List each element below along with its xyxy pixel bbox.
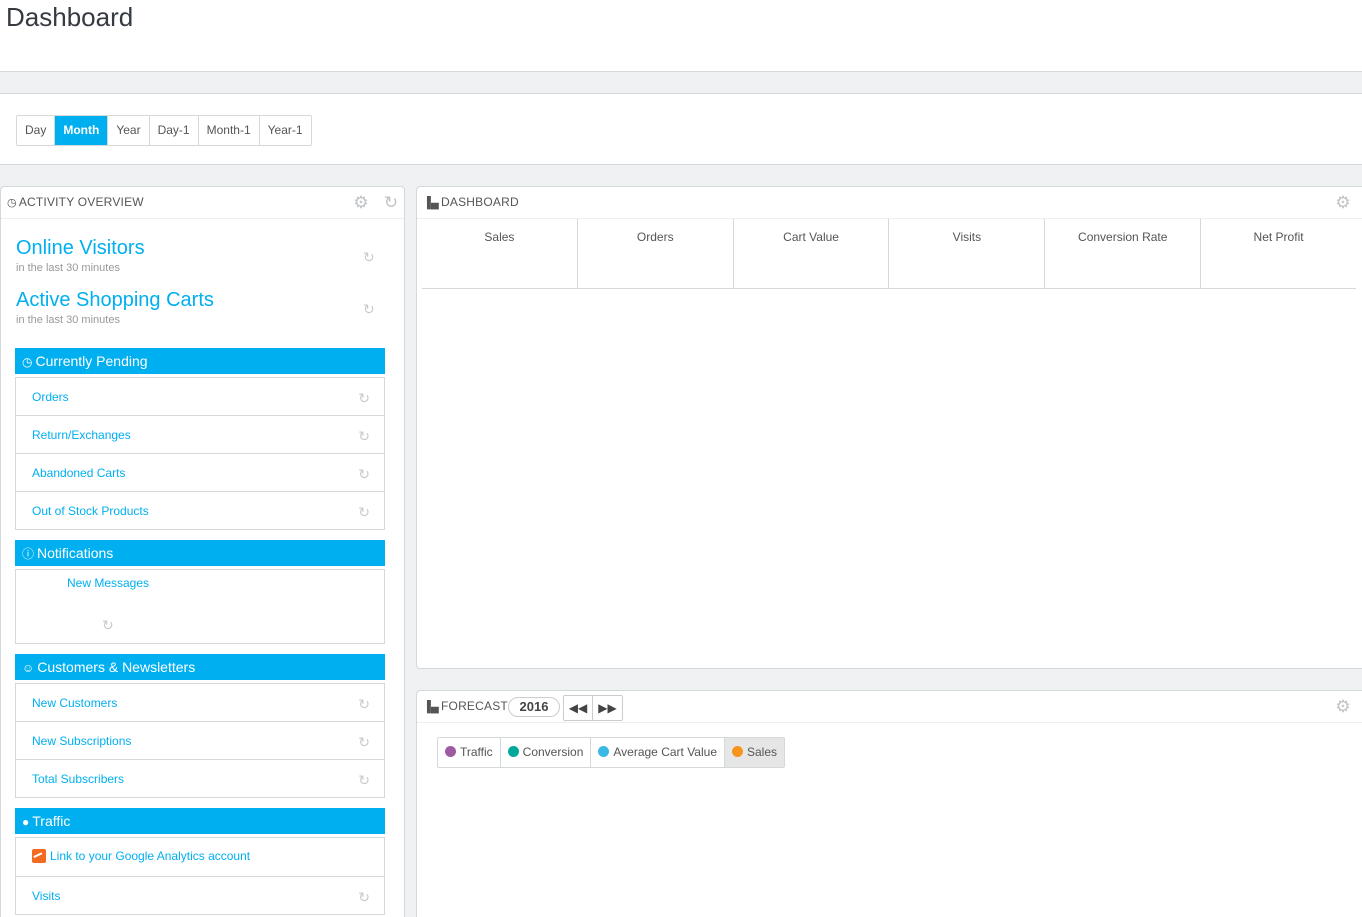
previous-year-button[interactable]: ◀◀ <box>564 696 593 720</box>
user-icon: ☺ <box>22 661 35 675</box>
dashboard-header: ▐▄ DASHBOARD ⚙ <box>417 187 1362 219</box>
new-messages-link[interactable]: New Messages <box>67 576 149 590</box>
pending-out-of-stock-link[interactable]: Out of Stock Products <box>32 504 149 518</box>
notifications-box: New Messages ↻ <box>15 569 385 644</box>
gear-icon[interactable]: ⚙ <box>1333 697 1353 717</box>
kpi-orders[interactable]: Orders <box>578 219 734 288</box>
gear-icon[interactable]: ⚙ <box>1333 193 1353 213</box>
clock-icon: ◷ <box>22 355 33 369</box>
new-subscriptions-link[interactable]: New Subscriptions <box>32 734 131 748</box>
currently-pending-bar: ◷ Currently Pending <box>15 348 385 374</box>
total-subscribers-link[interactable]: Total Subscribers <box>32 772 124 786</box>
customers-list: New Customers ↻ New Subscriptions ↻ Tota… <box>15 683 385 798</box>
list-item[interactable]: New Customers ↻ <box>16 684 384 722</box>
forecast-legend: Traffic Conversion Average Cart Value Sa… <box>437 737 786 768</box>
google-analytics-icon <box>32 849 46 863</box>
gear-icon[interactable]: ⚙ <box>351 193 371 213</box>
forecast-year-badge: 2016 <box>508 697 560 717</box>
refresh-icon[interactable]: ↻ <box>358 696 370 713</box>
kpi-sales[interactable]: Sales <box>422 219 578 288</box>
active-carts-subtitle: in the last 30 minutes <box>16 314 120 326</box>
forecast-panel: ▐▄ FORECAST 2016 ◀◀ ▶▶ ⚙ Traffic Conversi… <box>416 690 1362 917</box>
active-carts-metric: Active Shopping Carts in the last 30 min… <box>16 289 214 326</box>
period-filter-bar: Day Month Year Day-1 Month-1 Year-1 <box>0 93 1362 165</box>
new-customers-link[interactable]: New Customers <box>32 696 117 710</box>
list-item[interactable]: Out of Stock Products ↻ <box>16 492 384 530</box>
refresh-icon[interactable]: ↻ <box>363 249 375 266</box>
clock-icon: ◷ <box>7 197 17 209</box>
period-month-1-button[interactable]: Month-1 <box>198 116 260 145</box>
visits-link[interactable]: Visits <box>32 889 60 903</box>
kpi-cart-value[interactable]: Cart Value <box>734 219 890 288</box>
page-title: Dashboard <box>6 2 134 32</box>
forecast-year-nav: ◀◀ ▶▶ <box>563 695 623 721</box>
period-button-group: Day Month Year Day-1 Month-1 Year-1 <box>16 115 312 146</box>
sales-dot-icon <box>732 746 743 757</box>
traffic-list: Link to your Google Analytics account Vi… <box>15 837 385 915</box>
google-analytics-link[interactable]: Link to your Google Analytics account <box>32 849 250 863</box>
list-item[interactable]: Visits ↻ <box>16 877 384 915</box>
list-item[interactable]: Return/Exchanges ↻ <box>16 416 384 454</box>
kpi-visits[interactable]: Visits <box>889 219 1046 288</box>
globe-icon: ● <box>22 815 30 829</box>
notifications-bar: ⓘ Notifications <box>15 540 385 566</box>
conversion-dot-icon <box>507 746 519 757</box>
refresh-icon[interactable]: ↻ <box>381 193 401 213</box>
period-day-1-button[interactable]: Day-1 <box>149 116 199 145</box>
forecast-header: ▐▄ FORECAST 2016 ◀◀ ▶▶ ⚙ <box>417 691 1362 723</box>
kpi-net-profit[interactable]: Net Profit <box>1201 219 1356 288</box>
refresh-icon[interactable]: ↻ <box>358 889 370 906</box>
pending-orders-link[interactable]: Orders <box>32 390 69 404</box>
refresh-icon[interactable]: ↻ <box>358 428 370 445</box>
list-item[interactable]: Abandoned Carts ↻ <box>16 454 384 492</box>
bar-chart-icon: ▐▄ <box>423 197 439 209</box>
refresh-icon[interactable]: ↻ <box>358 772 370 789</box>
legend-conversion[interactable]: Conversion <box>500 738 592 767</box>
refresh-icon[interactable]: ↻ <box>358 466 370 483</box>
list-item[interactable]: New Subscriptions ↻ <box>16 722 384 760</box>
pending-list: Orders ↻ Return/Exchanges ↻ Abandoned Ca… <box>15 377 385 530</box>
online-visitors-title[interactable]: Online Visitors <box>16 237 145 260</box>
list-item[interactable]: Total Subscribers ↻ <box>16 760 384 798</box>
refresh-icon[interactable]: ↻ <box>102 617 114 634</box>
traffic-bar: ● Traffic <box>15 808 385 834</box>
kpi-conversion-rate[interactable]: Conversion Rate <box>1045 219 1202 288</box>
forecast-title: ▐▄ FORECAST <box>423 699 508 713</box>
period-year-1-button[interactable]: Year-1 <box>259 116 311 145</box>
pending-returns-link[interactable]: Return/Exchanges <box>32 428 131 442</box>
customers-newsletters-bar: ☺ Customers & Newsletters <box>15 654 385 680</box>
dashboard-kpi-header: Sales Orders Cart Value Visits Conversio… <box>422 219 1356 289</box>
refresh-icon[interactable]: ↻ <box>358 390 370 407</box>
legend-traffic[interactable]: Traffic <box>438 738 501 767</box>
period-year-button[interactable]: Year <box>108 116 150 145</box>
traffic-dot-icon <box>445 746 456 757</box>
legend-average-cart-value[interactable]: Average Cart Value <box>591 738 725 767</box>
refresh-icon[interactable]: ↻ <box>358 504 370 521</box>
page-header: Dashboard <box>0 0 1362 72</box>
bar-chart-icon: ▐▄ <box>423 701 439 713</box>
activity-overview-title: ◷ ACTIVITY OVERVIEW <box>7 195 144 209</box>
legend-sales[interactable]: Sales <box>725 738 785 767</box>
dashboard-title: ▐▄ DASHBOARD <box>423 195 519 209</box>
list-item[interactable]: Orders ↻ <box>16 378 384 416</box>
next-year-button[interactable]: ▶▶ <box>593 696 622 720</box>
online-visitors-subtitle: in the last 30 minutes <box>16 262 120 274</box>
exclamation-icon: ⓘ <box>22 547 35 561</box>
average-cart-value-dot-icon <box>598 746 610 757</box>
pending-abandoned-carts-link[interactable]: Abandoned Carts <box>32 466 125 480</box>
online-visitors-metric: Online Visitors in the last 30 minutes <box>16 237 145 274</box>
activity-overview-header: ◷ ACTIVITY OVERVIEW ⚙ ↻ <box>1 187 404 219</box>
refresh-icon[interactable]: ↻ <box>363 301 375 318</box>
list-item[interactable]: Link to your Google Analytics account <box>16 838 384 877</box>
refresh-icon[interactable]: ↻ <box>358 734 370 751</box>
active-carts-title[interactable]: Active Shopping Carts <box>16 289 214 312</box>
period-day-button[interactable]: Day <box>17 116 56 145</box>
period-month-button[interactable]: Month <box>55 116 109 145</box>
dashboard-panel: ▐▄ DASHBOARD ⚙ Sales Orders Cart Value Vi… <box>416 186 1362 669</box>
